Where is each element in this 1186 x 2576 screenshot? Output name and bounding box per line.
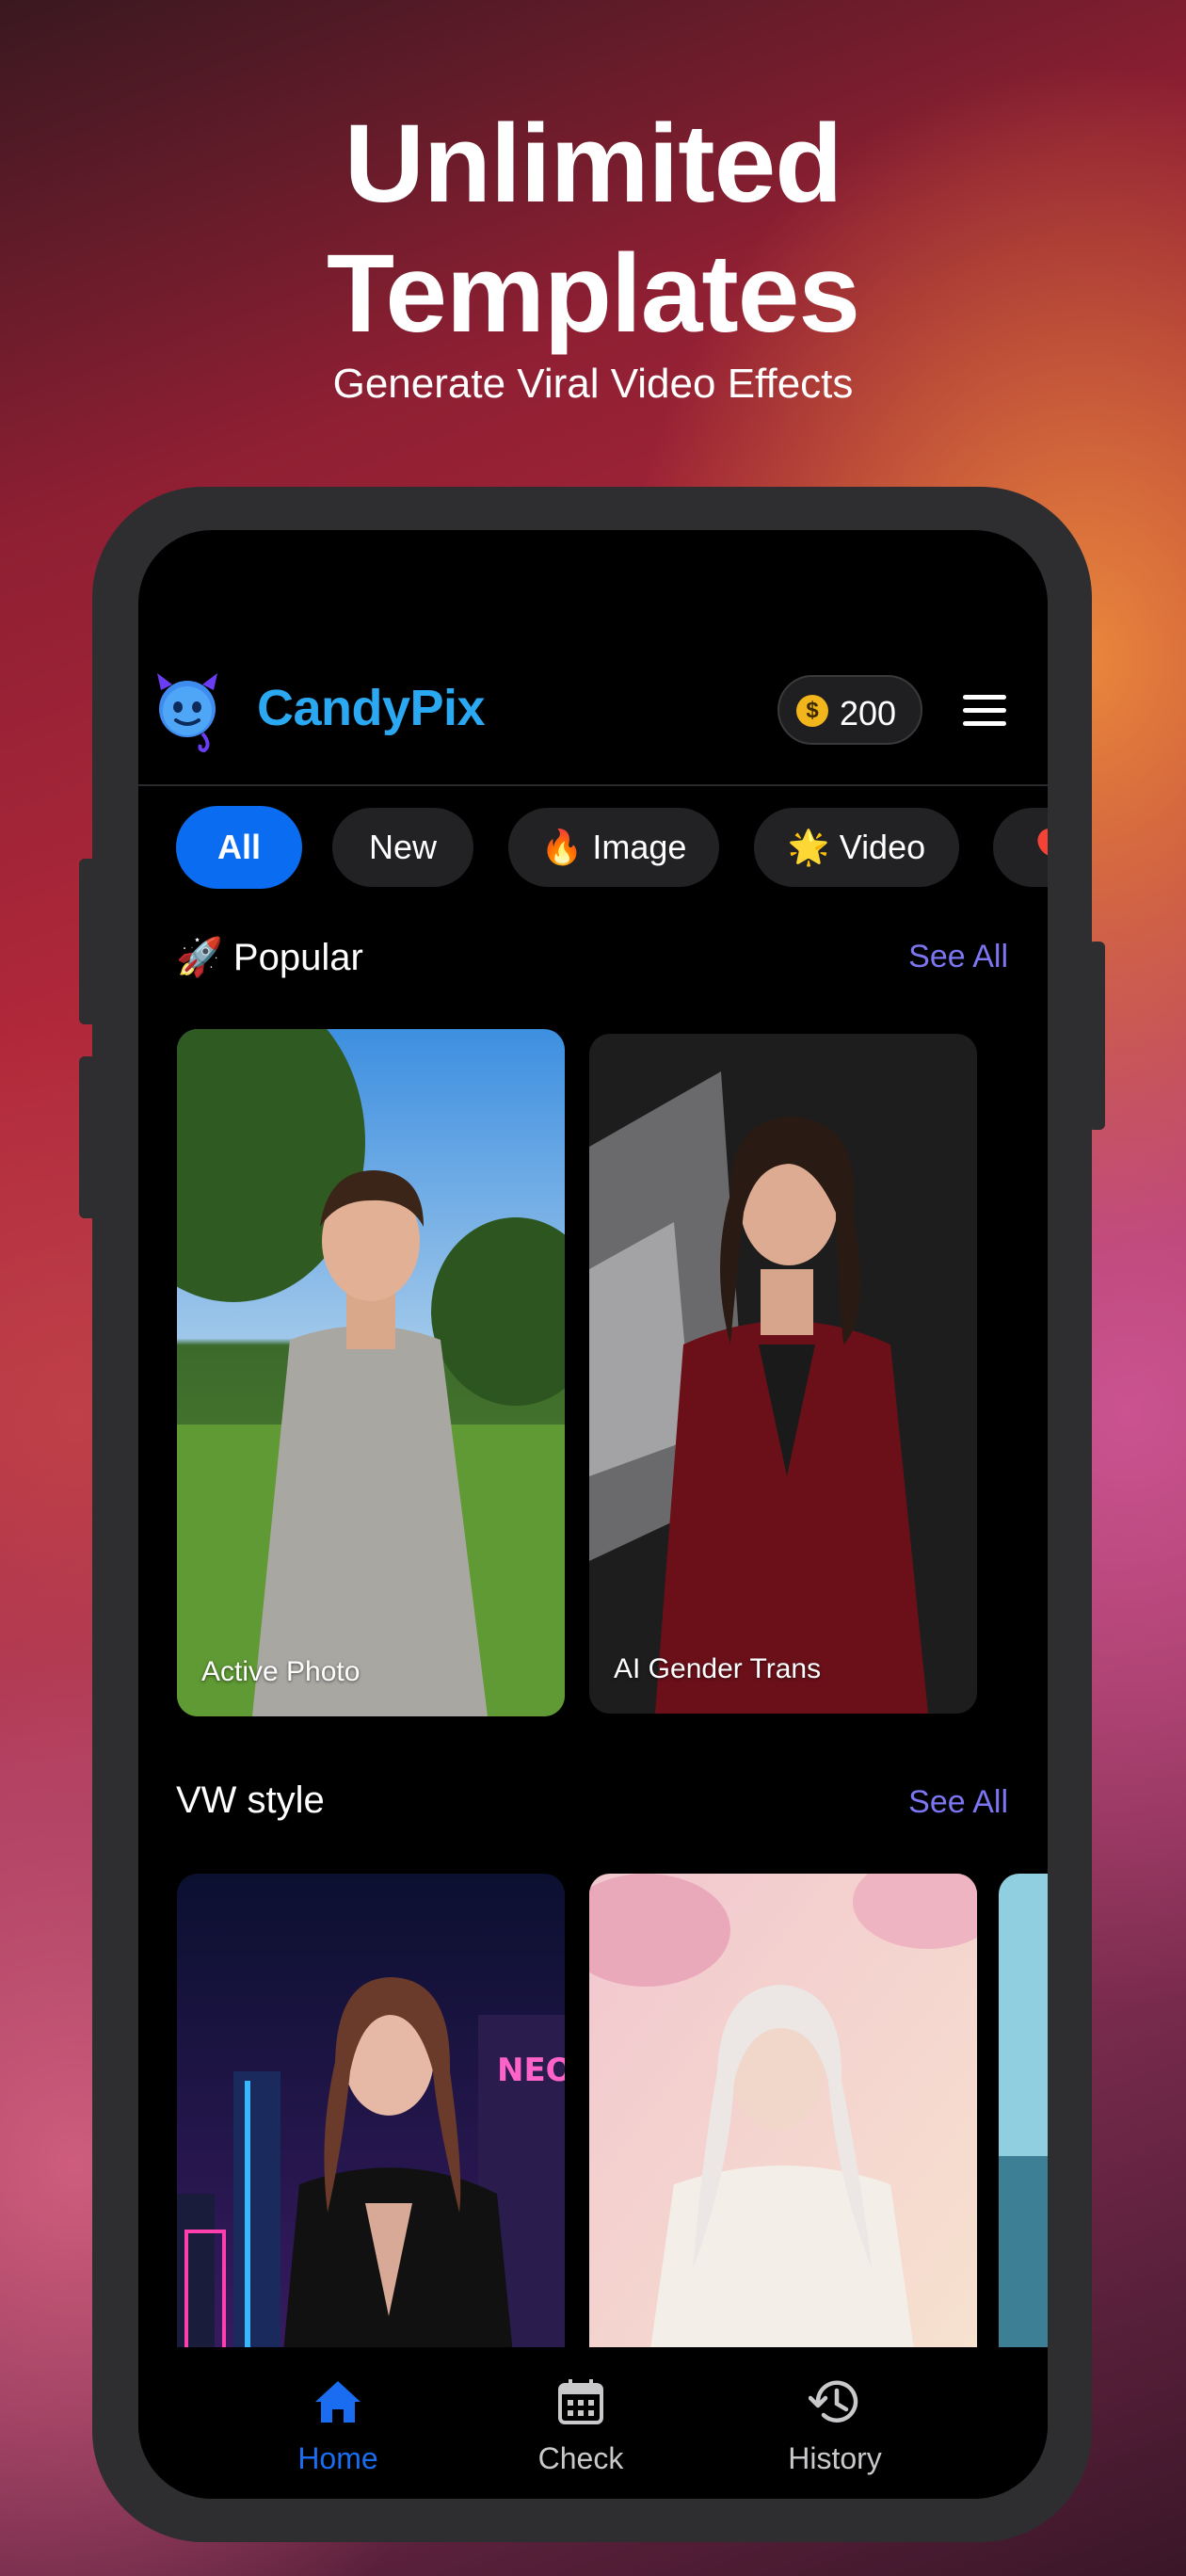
hero-title-line2: Templates [327,232,860,356]
hero-subtitle: Generate Viral Video Effects [332,361,854,407]
svg-text:NEON: NEON [497,2052,565,2089]
chip-new[interactable]: New [332,808,473,887]
hero-title: Unlimited Templates [0,99,1186,359]
template-card-vw-blossom[interactable] [589,1874,977,2382]
history-icon [809,2380,858,2423]
app-name: CandyPix [257,680,486,736]
coin-balance-pill[interactable]: $ 200 [777,675,922,745]
section-title-popular: 🚀 Popular [176,937,363,978]
chip-image[interactable]: 🔥 Image [508,808,719,887]
nav-check-label: Check [537,2441,624,2475]
chip-more[interactable]: 🎈 [993,808,1048,887]
card-image-vw-blossom [589,1874,977,2382]
app-logo[interactable] [153,671,221,753]
section-title-vw-style: VW style [176,1779,325,1821]
card-image-ai-gender-trans [589,1034,977,1714]
hero-title-line1: Unlimited [344,102,843,226]
chip-all[interactable]: All [176,806,302,889]
template-card-active-photo[interactable]: Active Photo [177,1029,565,1716]
card-label: Active Photo [201,1656,361,1687]
home-icon [315,2381,361,2423]
header-divider [138,784,1048,786]
template-card-ai-gender-trans[interactable]: AI Gender Trans [589,1034,977,1714]
phone-screen: CandyPix $ 200 All New 🔥 Image 🌟 Video 🎈… [138,530,1048,2499]
see-all-vw-style[interactable]: See All [908,1784,1008,1821]
card-label: AI Gender Trans [614,1653,822,1684]
bottom-nav: Home Check History [138,2347,1048,2499]
template-card-vw-partial[interactable] [999,1874,1048,2382]
nav-history-label: History [788,2441,882,2475]
card-image-vw-neon: NEON [177,1874,565,2382]
template-card-vw-neon[interactable]: NEON [177,1874,565,2382]
hamburger-menu-icon[interactable] [963,695,1006,727]
chip-video[interactable]: 🌟 Video [754,808,959,887]
see-all-popular[interactable]: See All [908,939,1008,975]
side-button-left-1 [79,859,96,1024]
card-image-vw-partial [999,1874,1048,2382]
coin-icon: $ [796,695,828,727]
calendar-icon [558,2379,603,2424]
coin-balance: 200 [840,694,897,733]
side-button-right [1088,942,1105,1130]
nav-home-label: Home [297,2441,378,2475]
card-image-active-photo [177,1029,565,1716]
devil-mascot-icon [157,673,217,753]
side-button-left-2 [79,1056,96,1218]
